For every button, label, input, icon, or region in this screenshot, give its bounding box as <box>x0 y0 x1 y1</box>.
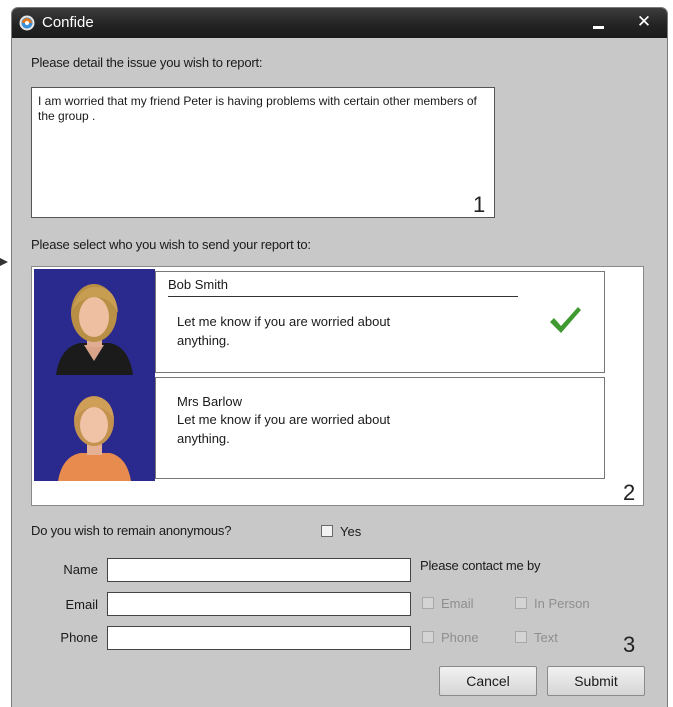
contact-method-prompt: Please contact me by <box>420 558 541 573</box>
anonymous-yes-label: Yes <box>340 524 362 539</box>
contact-email-label: Email <box>441 596 474 611</box>
name-underline <box>168 296 518 297</box>
avatar <box>34 375 155 481</box>
recipients-list[interactable]: Bob Smith Let me know if you are worried… <box>31 266 644 506</box>
email-field[interactable] <box>107 592 411 616</box>
name-label: Name <box>63 562 98 577</box>
contact-text-checkbox[interactable] <box>515 631 527 643</box>
avatar <box>34 269 155 375</box>
window-title: Confide <box>42 14 94 31</box>
contact-phone-checkbox[interactable] <box>422 631 434 643</box>
submit-button[interactable]: Submit <box>547 666 645 696</box>
recipient-card-bob-smith[interactable]: Bob Smith Let me know if you are worried… <box>34 269 606 375</box>
phone-label: Phone <box>60 630 98 645</box>
close-button[interactable]: ✕ <box>632 11 656 33</box>
recipients-prompt: Please select who you wish to send your … <box>31 237 311 252</box>
contact-phone-label: Phone <box>441 630 479 645</box>
minimize-button[interactable] <box>588 13 610 33</box>
step-number-2: 2 <box>623 480 636 505</box>
anonymous-question: Do you wish to remain anonymous? <box>31 523 232 538</box>
email-label: Email <box>65 597 98 612</box>
recipient-message: Let me know if you are worried about any… <box>177 412 391 446</box>
contact-email-checkbox[interactable] <box>422 597 434 609</box>
report-textarea[interactable]: I am worried that my friend Peter is hav… <box>31 87 495 218</box>
contact-in-person-checkbox[interactable] <box>515 597 527 609</box>
recipient-name: Mrs Barlow <box>177 394 243 406</box>
name-field[interactable] <box>107 558 411 582</box>
recipient-card-mrs-barlow[interactable]: Mrs Barlow Let me know if you are worrie… <box>34 375 606 481</box>
arrow-pointer-icon <box>0 258 8 266</box>
title-bar: Confide ✕ <box>12 8 667 38</box>
anonymous-yes-checkbox[interactable] <box>321 525 333 537</box>
recipient-message: Let me know if you are worried about any… <box>177 314 391 348</box>
app-logo-icon <box>19 15 35 31</box>
contact-in-person-label: In Person <box>534 596 590 611</box>
phone-field[interactable] <box>107 626 411 650</box>
recipient-name: Bob Smith <box>168 277 228 292</box>
report-prompt: Please detail the issue you wish to repo… <box>31 55 263 70</box>
checkmark-icon <box>550 307 581 333</box>
step-number-3: 3 <box>623 632 636 657</box>
step-number-1: 1 <box>473 192 486 217</box>
cancel-button[interactable]: Cancel <box>439 666 537 696</box>
report-text: I am worried that my friend Peter is hav… <box>38 94 477 123</box>
confide-window: Confide ✕ Please detail the issue you wi… <box>12 8 667 707</box>
contact-text-label: Text <box>534 630 558 645</box>
